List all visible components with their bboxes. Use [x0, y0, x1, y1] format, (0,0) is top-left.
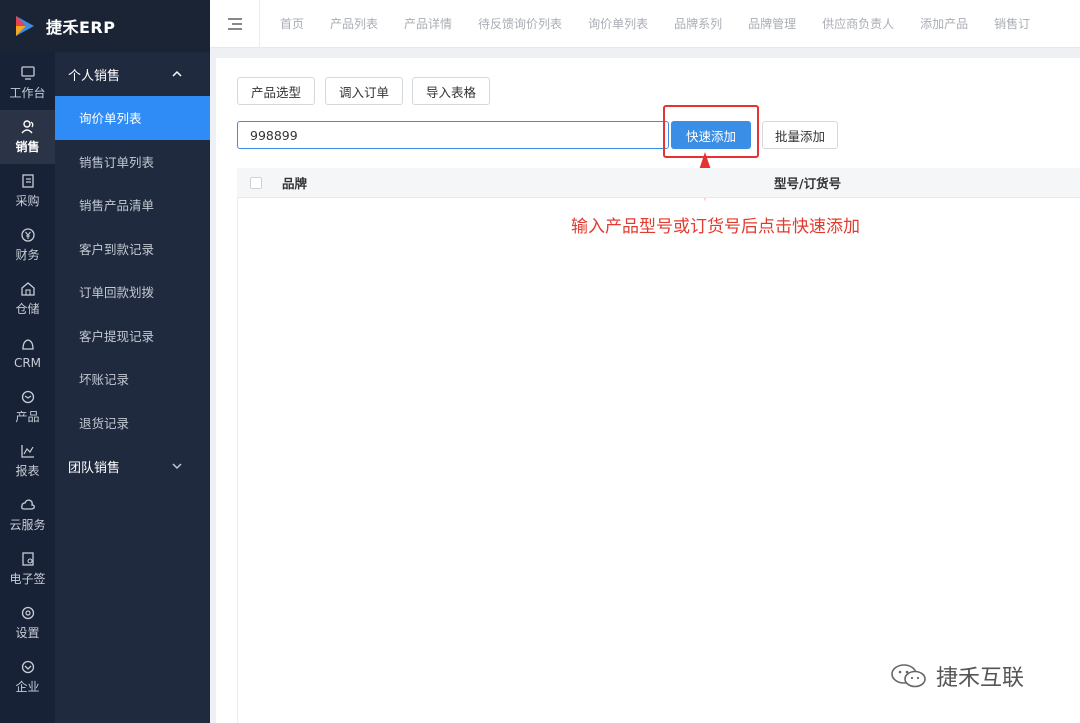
wechat-icon: [891, 664, 926, 688]
rail-item-label: 采购: [15, 194, 40, 208]
rail-item-label: 企业: [15, 680, 40, 694]
rail-item-settings[interactable]: 设置: [0, 596, 55, 650]
rail-menu: 工作台 销售 采购 财务 仓储 CRM 产品 报表 云服务 电子签 设置 企业: [0, 56, 55, 704]
main-content: 产品选型 调入订单 导入表格 快速添加 批量添加 输入产品型号或订货号后点击快速…: [216, 58, 1080, 723]
table-header: 品牌 型号/订货号: [237, 168, 1080, 198]
rail-item-product[interactable]: 产品: [0, 380, 55, 434]
submenu-item-sales-products[interactable]: 销售产品清单: [55, 183, 210, 227]
enterprise-icon: [21, 660, 34, 674]
submenu-item-withdrawals[interactable]: 客户提现记录: [55, 314, 210, 358]
submenu-item-bad-debt[interactable]: 坏账记录: [55, 357, 210, 401]
rail-item-finance[interactable]: 财务: [0, 218, 55, 272]
crm-icon: [21, 338, 34, 350]
submenu-group-team-sales[interactable]: 团队销售: [55, 444, 210, 488]
rail-item-label: 销售: [15, 140, 40, 154]
submenu-item-inquiry-list[interactable]: 询价单列表: [55, 96, 210, 140]
rail-item-label: 产品: [15, 410, 40, 424]
esign-icon: [21, 552, 34, 566]
monitor-icon: [20, 66, 35, 80]
rail-item-label: 仓储: [15, 302, 40, 316]
chevron-up-icon: [172, 70, 182, 77]
tab-inquiry-list[interactable]: 询价单列表: [588, 15, 648, 32]
menu-fold-icon: [227, 17, 242, 30]
submenu-item-sales-orders[interactable]: 销售订单列表: [55, 140, 210, 184]
watermark-text: 捷禾互联: [936, 666, 1025, 691]
rail-item-cloud[interactable]: 云服务: [0, 488, 55, 542]
rail-item-label: 云服务: [9, 518, 46, 532]
watermark: 捷禾互联: [890, 660, 1024, 692]
rail-item-esign[interactable]: 电子签: [0, 542, 55, 596]
logo-bar: 捷禾ERP: [0, 0, 210, 52]
rail-item-label: 电子签: [9, 572, 46, 586]
rail-item-label: CRM: [13, 355, 42, 370]
submenu-item-returns[interactable]: 退货记录: [55, 401, 210, 445]
tab-pending-inquiries[interactable]: 待反馈询价列表: [478, 15, 562, 32]
rail-item-label: 工作台: [9, 86, 46, 100]
select-all-checkbox[interactable]: [250, 176, 262, 189]
rail-item-label: 报表: [15, 464, 40, 478]
submenu-item-order-allocation[interactable]: 订单回款划拨: [55, 270, 210, 314]
chart-icon: [20, 445, 34, 458]
column-brand: 品牌: [282, 176, 308, 191]
yen-icon: [20, 228, 35, 242]
sales-submenu: 个人销售 询价单列表 销售订单列表 销售产品清单 客户到款记录 订单回款划拨 客…: [55, 52, 210, 723]
warehouse-icon: [20, 282, 35, 296]
rail-item-crm[interactable]: CRM: [0, 326, 55, 380]
app-name: 捷禾ERP: [46, 18, 116, 37]
product-code-input[interactable]: [237, 121, 669, 149]
highlight-box: [663, 105, 759, 158]
column-model-code: 型号/订货号: [774, 176, 842, 191]
tab-bar: 首页 产品列表 产品详情 待反馈询价列表 询价单列表 品牌系列 品牌管理 供应商…: [210, 0, 1080, 48]
tab-product-list[interactable]: 产品列表: [330, 15, 378, 32]
settings-icon: [21, 606, 34, 620]
tab-sales-order[interactable]: 销售订: [994, 15, 1030, 32]
rail-item-workbench[interactable]: 工作台: [0, 56, 55, 110]
rail-item-purchase[interactable]: 采购: [0, 164, 55, 218]
tab-brand-series[interactable]: 品牌系列: [674, 15, 722, 32]
cube-icon: [21, 390, 34, 404]
import-order-button[interactable]: 调入订单: [325, 77, 403, 105]
rail-item-enterprise[interactable]: 企业: [0, 650, 55, 704]
submenu-group-personal-sales[interactable]: 个人销售: [55, 52, 210, 96]
product-select-button[interactable]: 产品选型: [237, 77, 315, 105]
tab-home[interactable]: 首页: [280, 15, 304, 32]
rail-item-report[interactable]: 报表: [0, 434, 55, 488]
rail-item-sales[interactable]: 销售: [0, 110, 55, 164]
batch-add-button[interactable]: 批量添加: [762, 121, 838, 149]
submenu-item-customer-payments[interactable]: 客户到款记录: [55, 227, 210, 271]
rail-item-label: 设置: [15, 626, 40, 640]
tab-brand-management[interactable]: 品牌管理: [748, 15, 796, 32]
cloud-icon: [20, 499, 35, 510]
submenu-group-label: 团队销售: [68, 460, 121, 476]
tab-product-detail[interactable]: 产品详情: [404, 15, 452, 32]
users-icon: [20, 120, 33, 134]
clipboard-icon: [21, 174, 34, 188]
tab-add-product[interactable]: 添加产品: [920, 15, 968, 32]
logo-icon: [14, 15, 36, 37]
import-sheet-button[interactable]: 导入表格: [412, 77, 490, 105]
submenu-group-label: 个人销售: [68, 68, 121, 84]
rail-item-label: 财务: [15, 248, 40, 262]
tab-supplier-owner[interactable]: 供应商负责人: [822, 15, 894, 32]
chevron-down-icon: [172, 463, 182, 470]
menu-toggle-button[interactable]: [210, 0, 260, 48]
table-body: [237, 198, 1080, 723]
rail-item-warehouse[interactable]: 仓储: [0, 272, 55, 326]
